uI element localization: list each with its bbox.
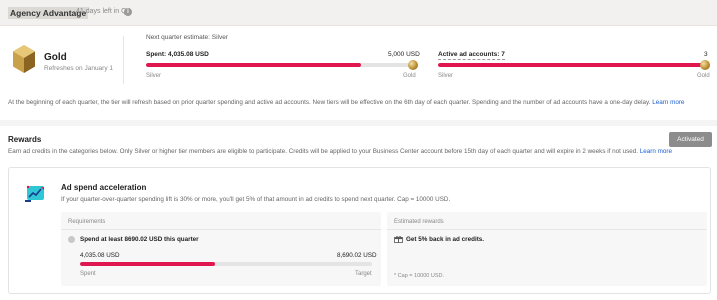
spent-end-label: Gold bbox=[403, 73, 416, 79]
divider bbox=[61, 229, 381, 230]
accounts-max-label: 3 bbox=[704, 51, 708, 58]
gold-marker-icon bbox=[408, 60, 418, 70]
current-spend-value: 4,035.08 USD bbox=[80, 252, 120, 259]
gold-tier-icon bbox=[13, 45, 35, 73]
rewards-title: Rewards bbox=[8, 135, 42, 144]
requirement-progress-fill bbox=[80, 262, 216, 266]
estimated-reward-text: Get 5% back in ad credits. bbox=[406, 236, 485, 243]
accounts-end-label: Gold bbox=[697, 73, 710, 79]
ad-spend-acceleration-card: Ad spend acceleration If your quarter-ov… bbox=[8, 167, 711, 294]
requirement-progress-bar bbox=[80, 262, 372, 266]
requirements-header: Requirements bbox=[68, 219, 106, 225]
activated-button[interactable]: Activated bbox=[669, 132, 712, 147]
rewards-learn-more-link[interactable]: Learn more bbox=[640, 148, 672, 155]
info-icon[interactable]: i bbox=[124, 8, 132, 16]
requirement-text: Spend at least 8690.02 USD this quarter bbox=[80, 236, 199, 243]
tier-name: Gold bbox=[44, 52, 67, 63]
tier-note-text: At the beginning of each quarter, the ti… bbox=[8, 99, 651, 106]
tier-learn-more-link[interactable]: Learn more bbox=[652, 99, 684, 106]
section-divider bbox=[0, 120, 717, 126]
active-accounts-label[interactable]: Active ad accounts: 7 bbox=[438, 51, 505, 60]
accounts-start-label: Silver bbox=[438, 73, 454, 79]
days-left-text: 41 days left in Q4 bbox=[76, 8, 131, 15]
target-spend-value: 8,690.02 USD bbox=[337, 252, 377, 259]
rewards-description: Earn ad credits in the categories below.… bbox=[8, 148, 672, 155]
chart-growth-icon bbox=[25, 185, 44, 202]
tier-refresh-text: Refreshes on January 1 bbox=[44, 65, 114, 72]
tier-note: At the beginning of each quarter, the ti… bbox=[8, 99, 684, 106]
divider bbox=[387, 229, 707, 230]
gold-marker-icon bbox=[700, 60, 710, 70]
gift-icon bbox=[394, 236, 403, 243]
accounts-progress-bar bbox=[438, 63, 704, 67]
next-quarter-estimate: Next quarter estimate: Silver bbox=[146, 34, 229, 41]
spent-start-label: Silver bbox=[146, 73, 162, 79]
spent-progress-bar bbox=[146, 63, 412, 67]
accounts-progress-fill bbox=[438, 63, 704, 67]
spent-progress-fill bbox=[146, 63, 361, 67]
spent-caption: Spent bbox=[80, 271, 96, 277]
divider bbox=[123, 36, 124, 84]
estimated-rewards-header: Estimated rewards bbox=[394, 219, 444, 225]
spent-label: Spent: 4,035.08 USD bbox=[146, 51, 209, 58]
estimated-rewards-panel: Estimated rewards Get 5% back in ad cred… bbox=[387, 212, 707, 286]
cap-note: * Cap = 10000 USD. bbox=[394, 273, 444, 279]
target-caption: Target bbox=[355, 271, 372, 277]
check-circle-icon bbox=[68, 236, 75, 243]
top-bar: Agency Advantage 41 days left in Q4 i bbox=[0, 0, 717, 26]
card-description: If your quarter-over-quarter spending li… bbox=[61, 196, 451, 203]
requirements-panel: Requirements Spend at least 8690.02 USD … bbox=[61, 212, 381, 286]
rewards-description-text: Earn ad credits in the categories below.… bbox=[8, 148, 639, 155]
card-title: Ad spend acceleration bbox=[61, 183, 147, 192]
spent-max-label: 5,000 USD bbox=[388, 51, 420, 58]
